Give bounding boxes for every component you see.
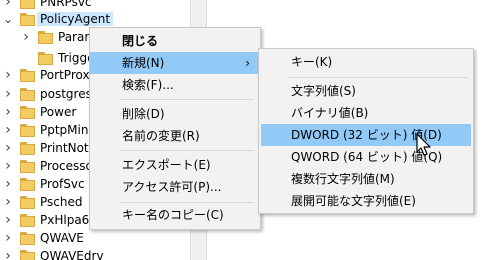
- menu-item-permissions[interactable]: アクセス許可(P)...: [90, 176, 260, 198]
- menu-separator: [120, 150, 254, 151]
- chevron-down-icon[interactable]: [2, 12, 14, 26]
- folder-icon: [20, 196, 35, 209]
- folder-icon: [20, 232, 35, 245]
- folder-icon: [20, 214, 35, 227]
- context-menu: 閉じる 新規(N) › 検索(F)... 削除(D) 名前の変更(R) エクスポ…: [89, 27, 261, 230]
- menu-item-new-label: 新規(N): [122, 56, 165, 70]
- submenu-item-key[interactable]: キー(K): [259, 51, 473, 73]
- tree-item-label: QWAVE: [40, 231, 84, 245]
- chevron-right-icon[interactable]: [2, 123, 14, 137]
- folder-icon: [20, 88, 35, 101]
- menu-item-collapse[interactable]: 閉じる: [90, 30, 260, 52]
- submenu-item-string-value[interactable]: 文字列値(S): [259, 80, 473, 102]
- menu-separator: [289, 77, 467, 78]
- folder-icon: [38, 31, 53, 44]
- tree-item-label: PolicyAgent: [37, 12, 114, 26]
- chevron-right-icon[interactable]: [2, 159, 14, 173]
- submenu-item-expandable-string-value[interactable]: 展開可能な文字列値(E): [259, 190, 473, 212]
- chevron-right-icon[interactable]: [2, 0, 14, 9]
- menu-item-delete[interactable]: 削除(D): [90, 103, 260, 125]
- chevron-right-icon[interactable]: [2, 177, 14, 191]
- menu-item-new[interactable]: 新規(N) ›: [90, 52, 260, 74]
- chevron-right-icon[interactable]: [2, 249, 14, 260]
- tree-item-label: PNRPsvc: [40, 0, 92, 9]
- submenu-item-multi-string-value[interactable]: 複数行文字列値(M): [259, 168, 473, 190]
- menu-item-find[interactable]: 検索(F)...: [90, 74, 260, 96]
- folder-icon: [20, 106, 35, 119]
- menu-item-export[interactable]: エクスポート(E): [90, 154, 260, 176]
- chevron-right-icon[interactable]: [2, 87, 14, 101]
- chevron-right-icon[interactable]: [2, 105, 14, 119]
- folder-icon: [20, 160, 35, 173]
- menu-item-copy-key-name[interactable]: キー名のコピー(C): [90, 204, 260, 226]
- chevron-right-icon[interactable]: [2, 141, 14, 155]
- folder-icon: [38, 52, 53, 65]
- folder-icon: [20, 69, 35, 82]
- folder-icon: [20, 124, 35, 137]
- menu-separator: [120, 99, 254, 100]
- folder-icon: [20, 250, 35, 260]
- chevron-right-icon[interactable]: [2, 213, 14, 227]
- chevron-right-icon[interactable]: [2, 231, 14, 245]
- chevron-right-icon[interactable]: [2, 68, 14, 82]
- tree-item-label: QWAVEdrv: [40, 249, 104, 260]
- chevron-right-icon[interactable]: [2, 195, 14, 209]
- mouse-pointer-icon: [416, 133, 431, 156]
- tree-item-label: ProfSvc: [40, 177, 85, 191]
- submenu-item-qword-value[interactable]: QWORD (64 ビット) 値(Q): [259, 146, 473, 168]
- folder-icon: [20, 13, 35, 26]
- submenu-item-dword-value[interactable]: DWORD (32 ビット) 値(D): [261, 124, 471, 146]
- folder-icon: [20, 0, 35, 9]
- tree-item-label: Psched: [40, 195, 83, 209]
- menu-item-rename[interactable]: 名前の変更(R): [90, 125, 260, 147]
- tree-item-label: Power: [40, 105, 77, 119]
- folder-icon: [20, 178, 35, 191]
- tree-row[interactable]: QWAVEdrv: [0, 246, 190, 260]
- folder-icon: [20, 142, 35, 155]
- chevron-right-icon[interactable]: [20, 30, 32, 44]
- chevron-right-icon: ›: [245, 56, 250, 70]
- menu-separator: [120, 202, 254, 203]
- new-submenu: キー(K) 文字列値(S) バイナリ値(B) DWORD (32 ビット) 値(…: [258, 48, 474, 214]
- submenu-item-binary-value[interactable]: バイナリ値(B): [259, 102, 473, 124]
